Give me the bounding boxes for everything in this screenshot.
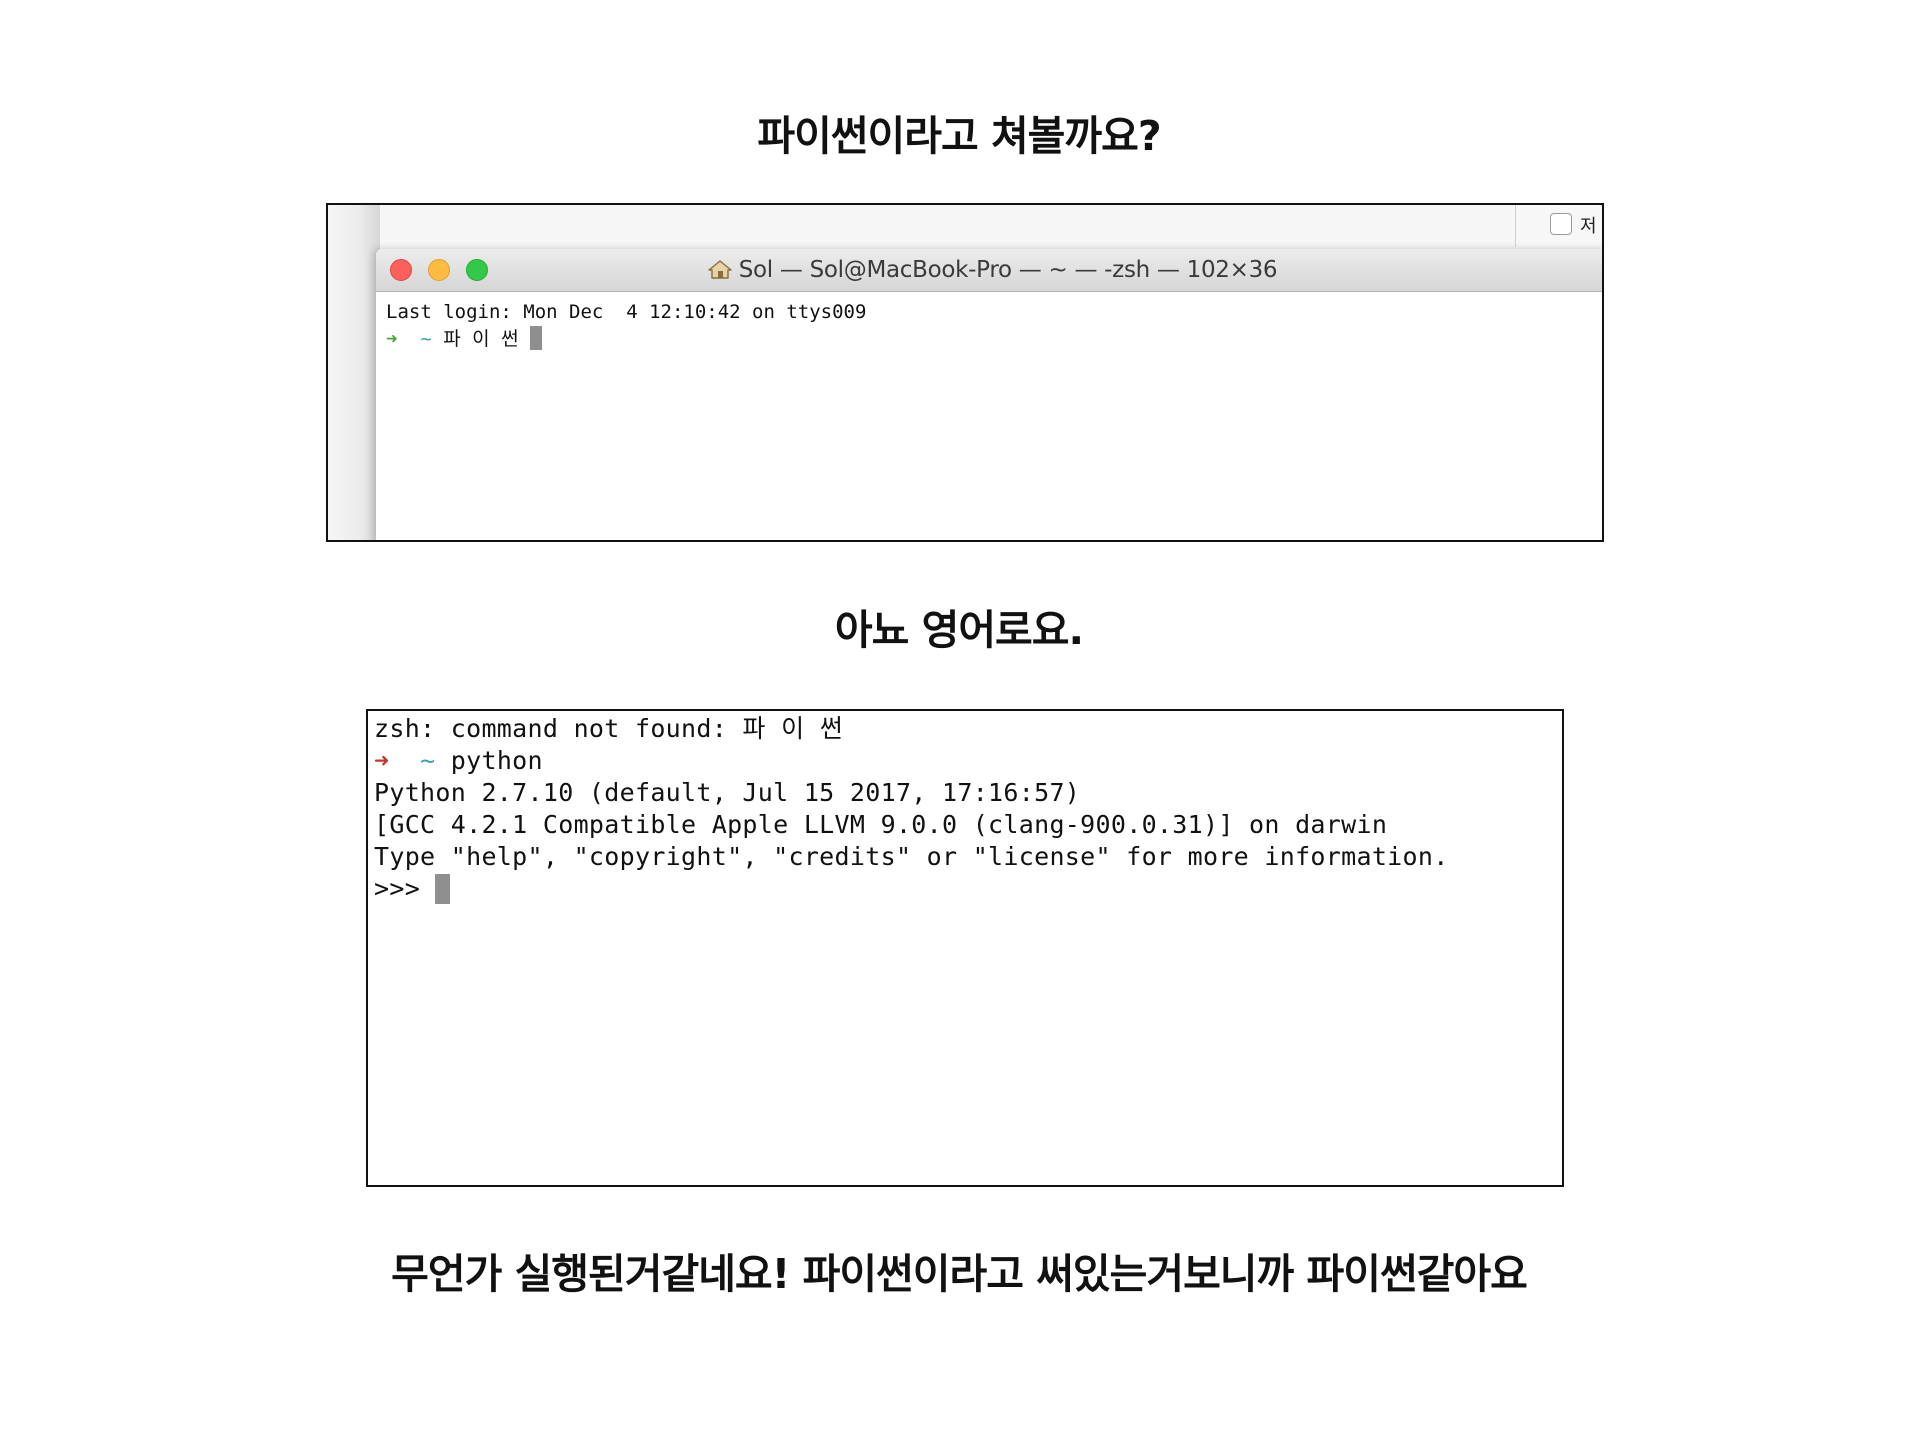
terminal-title-text: Sol — Sol@MacBook-Pro — ~ — -zsh — 102×3…: [738, 257, 1278, 283]
prompt-directory: ~: [420, 328, 432, 350]
python-version-line: Python 2.7.10 (default, Jul 15 2017, 17:…: [374, 778, 1081, 807]
background-checkbox-label: 저: [1580, 216, 1597, 237]
home-icon: [708, 260, 732, 279]
login-line: Last login: Mon Dec 4 12:10:42 on ttys00…: [386, 301, 867, 323]
error-line: zsh: command not found: 파 이 썬: [374, 714, 844, 743]
terminal-screenshot-2[interactable]: zsh: command not found: 파 이 썬 ➜ ~ python…: [366, 709, 1564, 1187]
background-window-strip: [328, 205, 1602, 249]
background-window-edge: [328, 205, 380, 540]
terminal-output-2[interactable]: zsh: command not found: 파 이 썬 ➜ ~ python…: [374, 713, 1449, 905]
cursor-block: [530, 326, 543, 350]
background-checkbox[interactable]: [1550, 213, 1572, 235]
prompt-directory: ~: [420, 746, 436, 775]
compiler-line: [GCC 4.2.1 Compatible Apple LLVM 9.0.0 (…: [374, 810, 1388, 839]
terminal-output[interactable]: Last login: Mon Dec 4 12:10:42 on ttys00…: [386, 299, 866, 353]
repl-prompt: >>>: [374, 874, 421, 903]
terminal-screenshot-1: 저 Sol — Sol@MacBook-Pro — ~ — -zsh — 102…: [326, 203, 1604, 542]
caption-middle: 아뇨 영어로요.: [834, 606, 1084, 654]
prompt-arrow-icon: ➜: [386, 328, 398, 350]
terminal-window: Sol — Sol@MacBook-Pro — ~ — -zsh — 102×3…: [376, 249, 1602, 540]
caption-bottom: 무언가 실행된거같네요! 파이썬이라고 써있는거보니까 파이썬같아요: [391, 1250, 1528, 1298]
prompt-arrow-icon: ➜: [374, 746, 390, 775]
cursor-block: [435, 874, 451, 904]
caption-top: 파이썬이라고 쳐볼까요?: [757, 112, 1161, 160]
typed-command: python: [450, 746, 543, 775]
typed-command: 파 이 썬: [443, 328, 519, 350]
help-line: Type "help", "copyright", "credits" or "…: [374, 842, 1449, 871]
terminal-titlebar: Sol — Sol@MacBook-Pro — ~ — -zsh — 102×3…: [376, 249, 1602, 292]
background-checkbox-area: 저: [1515, 205, 1602, 247]
terminal-title: Sol — Sol@MacBook-Pro — ~ — -zsh — 102×3…: [376, 249, 1602, 291]
